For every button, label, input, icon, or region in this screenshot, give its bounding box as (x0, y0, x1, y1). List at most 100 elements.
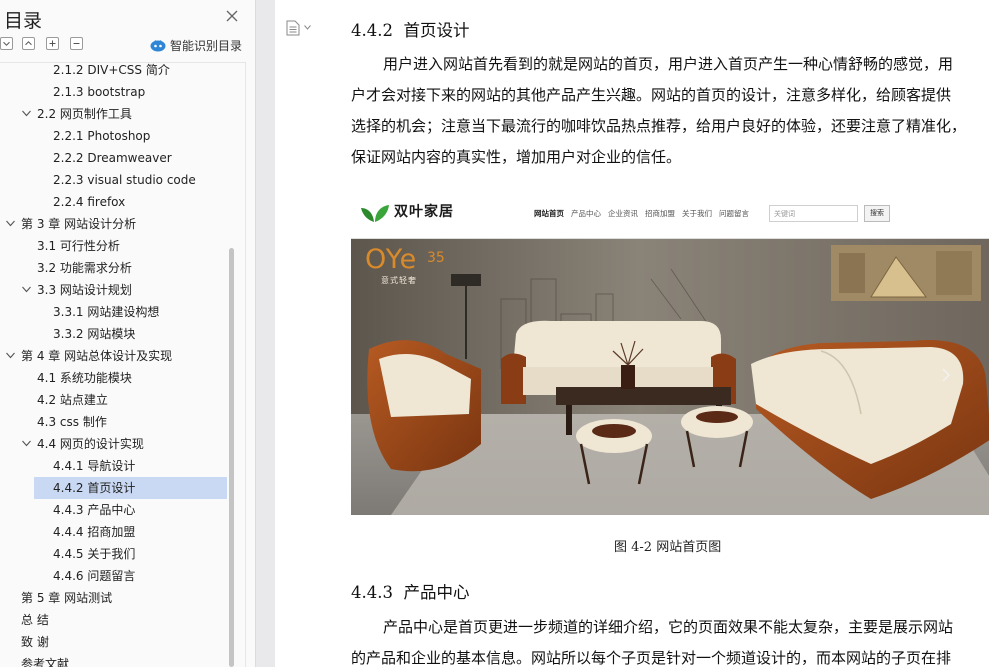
close-icon[interactable] (224, 8, 240, 24)
toc-item[interactable]: 4.4.1 导航设计 (0, 455, 246, 477)
toc-item-label: 4.4.5 关于我们 (53, 547, 136, 561)
toc-item[interactable]: 4.4.6 问题留言 (0, 565, 246, 587)
toc-item-label: 致 谢 (21, 635, 49, 649)
toc-item[interactable]: 致 谢 (0, 631, 246, 653)
toc-item-label: 4.4.3 产品中心 (53, 503, 136, 517)
chevron-down-icon[interactable] (22, 110, 31, 117)
toc-item[interactable]: 4.1 系统功能模块 (0, 367, 246, 389)
toc-item[interactable]: 4.3 css 制作 (0, 411, 246, 433)
toc-item-label: 第 4 章 网站总体设计及实现 (21, 349, 173, 363)
chevron-down-icon[interactable] (22, 286, 31, 293)
toc-title: 目录 (4, 10, 43, 32)
toc-panel: 目录 智能识别目录 2.1.2 DIV+CSS 简介 2.1.3 bootstra… (0, 0, 256, 667)
smart-toc-icon (150, 40, 166, 52)
toc-item[interactable]: 参考文献 (0, 653, 246, 667)
paragraph-line: 户才会对接下来的网站的其他产品产生兴趣。网站的首页的设计，注意多样化，给顾客提供 (351, 86, 952, 104)
heading-title: 首页设计 (403, 21, 470, 40)
site-logo-text: 双叶家居 (394, 204, 454, 220)
toc-item[interactable]: 2.2.4 firefox (0, 191, 246, 213)
heading-title: 产品中心 (403, 583, 470, 602)
toc-item[interactable]: 4.4.4 招商加盟 (0, 521, 246, 543)
site-header: 双叶家居 网站首页 产品中心 企业资讯 招商加盟 关于我们 问题留言 关键词 搜… (351, 188, 989, 239)
toc-item-label: 4.2 站点建立 (37, 393, 108, 407)
toc-item-label: 2.2.3 visual studio code (53, 173, 196, 187)
paragraph: 产品中心是首页更进一步频道的详细介绍，它的页面效果不能太复杂，主要是展示网站 的… (351, 612, 989, 667)
toc-item[interactable]: 第 3 章 网站设计分析 (0, 213, 246, 235)
chevron-down-icon[interactable] (6, 352, 15, 359)
smart-toc-button[interactable]: 智能识别目录 (150, 36, 242, 54)
toc-item[interactable]: 4.4.5 关于我们 (0, 543, 246, 565)
toc-item[interactable]: 总 结 (0, 609, 246, 631)
smart-toc-label: 智能识别目录 (170, 38, 243, 53)
site-nav-item: 网站首页 (534, 209, 564, 218)
figure-caption: 图 4-2 网站首页图 (614, 540, 722, 555)
banner-brand-number: 35 (427, 250, 445, 266)
add-icon[interactable] (46, 37, 59, 50)
toc-item-label: 2.2.1 Photoshop (53, 129, 151, 143)
toc-item-label: 2.2.4 firefox (53, 195, 126, 209)
toc-item-label: 3.3 网站设计规划 (37, 283, 132, 297)
section-heading-4-4-2: 4.4.2 首页设计 (351, 17, 469, 41)
remove-icon[interactable] (70, 37, 83, 50)
toc-item[interactable]: 3.3.1 网站建设构想 (0, 301, 246, 323)
paragraph: 用户进入网站首先看到的就是网站的首页，用户进入首页产生一种心情舒畅的感觉，用 户… (351, 49, 989, 173)
toc-item-label: 4.1 系统功能模块 (37, 371, 132, 385)
chevron-down-icon[interactable] (22, 440, 31, 447)
section-heading-4-4-3: 4.4.3 产品中心 (351, 579, 469, 603)
toc-item-label: 第 3 章 网站设计分析 (21, 217, 137, 231)
toc-item-label: 4.3 css 制作 (37, 415, 107, 429)
toc-item-label: 2.2 网页制作工具 (37, 107, 132, 121)
site-nav-item: 招商加盟 (645, 209, 675, 218)
paragraph-line: 保证网站内容的真实性，增加用户对企业的信任。 (351, 148, 682, 166)
toc-item-label: 2.1.2 DIV+CSS 简介 (53, 63, 170, 77)
site-search-button: 搜索 (864, 205, 890, 222)
toc-item[interactable]: 4.4.3 产品中心 (0, 499, 246, 521)
sofa-banner-image (351, 239, 989, 515)
chevron-down-icon[interactable] (6, 220, 15, 227)
toc-item[interactable]: 2.1.2 DIV+CSS 简介 (0, 59, 246, 81)
chevron-right-icon (942, 368, 951, 382)
heading-number: 4.4.2 (351, 21, 393, 40)
toc-item-label: 4.4.1 导航设计 (53, 459, 136, 473)
toc-item[interactable]: 3.1 可行性分析 (0, 235, 246, 257)
toc-item[interactable]: 4.2 站点建立 (0, 389, 246, 411)
toc-item-label: 3.1 可行性分析 (37, 239, 120, 253)
collapse-all-icon[interactable] (0, 37, 13, 50)
expand-all-icon[interactable] (22, 37, 35, 50)
toc-item[interactable]: 2.2.2 Dreamweaver (0, 147, 246, 169)
chevron-down-icon[interactable] (304, 25, 311, 30)
toc-item-label: 4.4 网页的设计实现 (37, 437, 144, 451)
toc-item-label: 3.3.2 网站模块 (53, 327, 136, 341)
toc-item[interactable]: 第 5 章 网站测试 (0, 587, 246, 609)
paragraph-line: 产品中心是首页更进一步频道的详细介绍，它的页面效果不能太复杂，主要是展示网站 (383, 618, 954, 636)
paragraph-line: 用户进入网站首先看到的就是网站的首页，用户进入首页产生一种心情舒畅的感觉，用 (383, 55, 954, 73)
toc-item-label: 2.2.2 Dreamweaver (53, 151, 172, 165)
toc-item-label: 4.4.4 招商加盟 (53, 525, 136, 539)
toc-item[interactable]: 3.2 功能需求分析 (0, 257, 246, 279)
panel-gutter (257, 0, 275, 667)
site-nav-item: 产品中心 (571, 209, 601, 218)
toc-item[interactable]: 3.3 网站设计规划 (0, 279, 246, 301)
toc-item-label: 总 结 (21, 613, 49, 627)
paragraph-line: 的产品和企业的基本信息。网站所以每个子页是针对一个频道设计的，而本网站的子页在排 (351, 649, 952, 667)
toc-item[interactable]: 2.2 网页制作工具 (0, 103, 246, 125)
toc-item[interactable]: 4.4.2 首页设计 (0, 477, 246, 499)
paragraph-line: 选择的机会；注意当下最流行的咖啡饮品热点推荐，给用户良好的体验，还要注意了精准化… (351, 117, 967, 135)
toc-item[interactable]: 2.1.3 bootstrap (0, 81, 246, 103)
toc-item[interactable]: 3.3.2 网站模块 (0, 323, 246, 345)
heading-number: 4.4.3 (351, 583, 393, 602)
toc-scrollbar-thumb[interactable] (229, 248, 234, 667)
toc-item[interactable]: 2.2.1 Photoshop (0, 125, 246, 147)
toc-item[interactable]: 4.4 网页的设计实现 (0, 433, 246, 455)
toc-item-label: 2.1.3 bootstrap (53, 85, 146, 99)
site-nav: 网站首页 产品中心 企业资讯 招商加盟 关于我们 问题留言 (534, 208, 749, 219)
toc-item-label: 第 5 章 网站测试 (21, 591, 113, 605)
toc-item-label: 3.2 功能需求分析 (37, 261, 132, 275)
toc-item[interactable]: 第 4 章 网站总体设计及实现 (0, 345, 246, 367)
toc-item-label: 4.4.6 问题留言 (53, 569, 136, 583)
toc-item-label: 3.3.1 网站建设构想 (53, 305, 160, 319)
toc-item[interactable]: 2.2.3 visual studio code (0, 169, 246, 191)
toc-tree: 2.1.2 DIV+CSS 简介 2.1.3 bootstrap 2.2 网页制作工… (0, 62, 246, 667)
document-icon[interactable] (286, 20, 300, 36)
site-nav-item: 问题留言 (719, 209, 749, 218)
